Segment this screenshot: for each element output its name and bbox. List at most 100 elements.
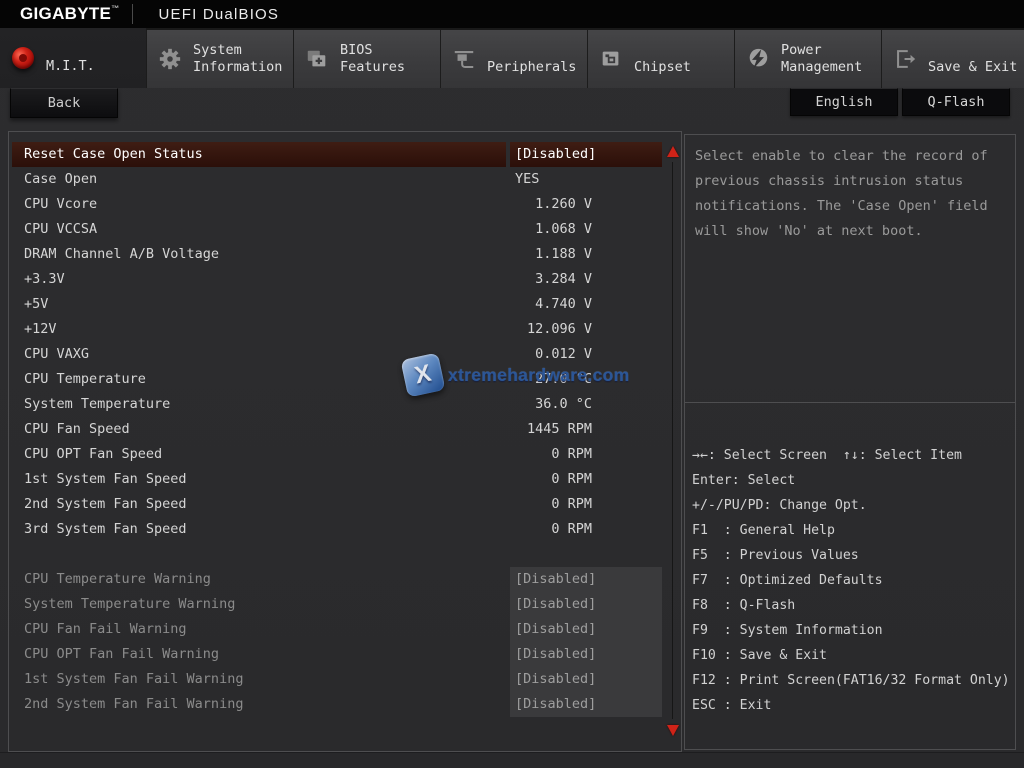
hotkey-hint: F5 : Previous Values	[685, 543, 1015, 568]
warning-value: [Disabled]	[510, 617, 662, 642]
setting-label: 2nd System Fan Speed	[12, 492, 506, 517]
folders-icon	[304, 46, 330, 72]
warning-label: 2nd System Fan Fail Warning	[12, 692, 506, 717]
warning-value: [Disabled]	[510, 567, 662, 592]
warning-label: 1st System Fan Fail Warning	[12, 667, 506, 692]
settings-lists: Reset Case Open Status [Disabled] Case O…	[12, 142, 662, 717]
setting-row: +12V 12.096 V	[12, 317, 662, 342]
power-icon	[745, 46, 771, 72]
setting-row: +3.3V 3.284 V	[12, 267, 662, 292]
setting-value: 0 RPM	[510, 467, 662, 492]
tab-bar: M.I.T. System Information BIOS Features …	[0, 28, 1024, 88]
warning-row: System Temperature Warning [Disabled]	[12, 592, 662, 617]
setting-label: CPU Fan Speed	[12, 417, 506, 442]
setting-row: Case Open YES	[12, 167, 662, 192]
qflash-button[interactable]: Q-Flash	[902, 88, 1010, 116]
help-text: Select enable to clear the record of pre…	[685, 135, 1015, 403]
tab-power-management[interactable]: Power Management	[734, 30, 881, 88]
help-panel: Select enable to clear the record of pre…	[684, 134, 1016, 750]
tab-label: System Information	[193, 42, 293, 76]
setting-value: 1.260 V	[510, 192, 662, 217]
plug-icon	[451, 46, 477, 72]
setting-row[interactable]: Reset Case Open Status [Disabled]	[12, 142, 662, 167]
setting-row: 3rd System Fan Speed 0 RPM	[12, 517, 662, 542]
hotkey-hint: F7 : Optimized Defaults	[685, 568, 1015, 593]
exit-icon	[892, 46, 918, 72]
setting-label: CPU VCCSA	[12, 217, 506, 242]
tab-bios-features[interactable]: BIOS Features	[293, 30, 440, 88]
setting-row: DRAM Channel A/B Voltage 1.188 V	[12, 242, 662, 267]
setting-row: System Temperature 36.0 °C	[12, 392, 662, 417]
setting-label: +12V	[12, 317, 506, 342]
language-button[interactable]: English	[790, 88, 898, 116]
setting-value: 1.188 V	[510, 242, 662, 267]
setting-value: 4.740 V	[510, 292, 662, 317]
warning-row: CPU OPT Fan Fail Warning [Disabled]	[12, 642, 662, 667]
tab-label: Chipset	[634, 42, 734, 76]
bios-screen: GIGABYTE™ UEFI DualBIOS M.I.T. System In…	[0, 0, 1024, 768]
scroll-up-icon[interactable]	[667, 146, 679, 157]
setting-row: 2nd System Fan Speed 0 RPM	[12, 492, 662, 517]
setting-label: +5V	[12, 292, 506, 317]
tab-label: BIOS Features	[340, 42, 440, 76]
setting-value: 0 RPM	[510, 517, 662, 542]
setting-label: CPU Vcore	[12, 192, 506, 217]
setting-value: YES	[510, 167, 662, 192]
setting-label: +3.3V	[12, 267, 506, 292]
setting-value: [Disabled]	[510, 142, 662, 167]
tab-system-information[interactable]: System Information	[146, 30, 293, 88]
chip-icon	[598, 46, 624, 72]
setting-row: CPU OPT Fan Speed 0 RPM	[12, 442, 662, 467]
warning-row: CPU Temperature Warning [Disabled]	[12, 567, 662, 592]
warning-label: CPU Temperature Warning	[12, 567, 506, 592]
warning-row: 2nd System Fan Fail Warning [Disabled]	[12, 692, 662, 717]
hotkey-hint: Enter: Select	[685, 468, 1015, 493]
tab-chipset[interactable]: Chipset	[587, 30, 734, 88]
warning-value: [Disabled]	[510, 692, 662, 717]
hotkey-hint: F8 : Q-Flash	[685, 593, 1015, 618]
back-button[interactable]: Back	[10, 88, 118, 118]
warning-value: [Disabled]	[510, 592, 662, 617]
setting-label: CPU Temperature	[12, 367, 506, 392]
warnings-list: CPU Temperature Warning [Disabled] Syste…	[12, 567, 662, 717]
brand-text: GIGABYTE	[20, 4, 111, 23]
hotkey-hint: F10 : Save & Exit	[685, 643, 1015, 668]
warning-row: 1st System Fan Fail Warning [Disabled]	[12, 667, 662, 692]
warning-value: [Disabled]	[510, 667, 662, 692]
main-settings-panel: Reset Case Open Status [Disabled] Case O…	[8, 131, 682, 752]
setting-value: 27.0 °C	[510, 367, 662, 392]
bottom-strip	[0, 752, 1024, 768]
hotkey-hint: F12 : Print Screen(FAT16/32 Format Only)	[685, 668, 1015, 693]
setting-label: DRAM Channel A/B Voltage	[12, 242, 506, 267]
warning-value: [Disabled]	[510, 642, 662, 667]
settings-list: Reset Case Open Status [Disabled] Case O…	[12, 142, 662, 542]
setting-row: CPU Temperature 27.0 °C	[12, 367, 662, 392]
gigabyte-logo: GIGABYTE™	[20, 4, 120, 24]
tab-peripherals[interactable]: Peripherals	[440, 30, 587, 88]
red-dot-icon	[10, 45, 36, 71]
setting-row: 1st System Fan Speed 0 RPM	[12, 467, 662, 492]
tab-mit[interactable]: M.I.T.	[0, 28, 146, 88]
setting-row: CPU Fan Speed 1445 RPM	[12, 417, 662, 442]
hotkey-hint: F9 : System Information	[685, 618, 1015, 643]
setting-label: Case Open	[12, 167, 506, 192]
hotkey-hint: +/-/PU/PD: Change Opt.	[685, 493, 1015, 518]
scroll-track	[672, 162, 673, 719]
warning-row: CPU Fan Fail Warning [Disabled]	[12, 617, 662, 642]
setting-value: 0 RPM	[510, 492, 662, 517]
page-title: UEFI DualBIOS	[159, 6, 280, 23]
setting-value: 1445 RPM	[510, 417, 662, 442]
setting-label: 3rd System Fan Speed	[12, 517, 506, 542]
tab-label: Save & Exit	[928, 42, 1024, 76]
scroll-down-icon[interactable]	[667, 725, 679, 736]
setting-value: 3.284 V	[510, 267, 662, 292]
tab-save-exit[interactable]: Save & Exit	[881, 30, 1024, 88]
tab-label: M.I.T.	[46, 41, 146, 75]
gear-icon	[157, 46, 183, 72]
warning-label: CPU Fan Fail Warning	[12, 617, 506, 642]
top-bar: GIGABYTE™ UEFI DualBIOS	[0, 0, 1024, 28]
setting-label: System Temperature	[12, 392, 506, 417]
hotkey-hint: F1 : General Help	[685, 518, 1015, 543]
warning-label: System Temperature Warning	[12, 592, 506, 617]
setting-value: 1.068 V	[510, 217, 662, 242]
